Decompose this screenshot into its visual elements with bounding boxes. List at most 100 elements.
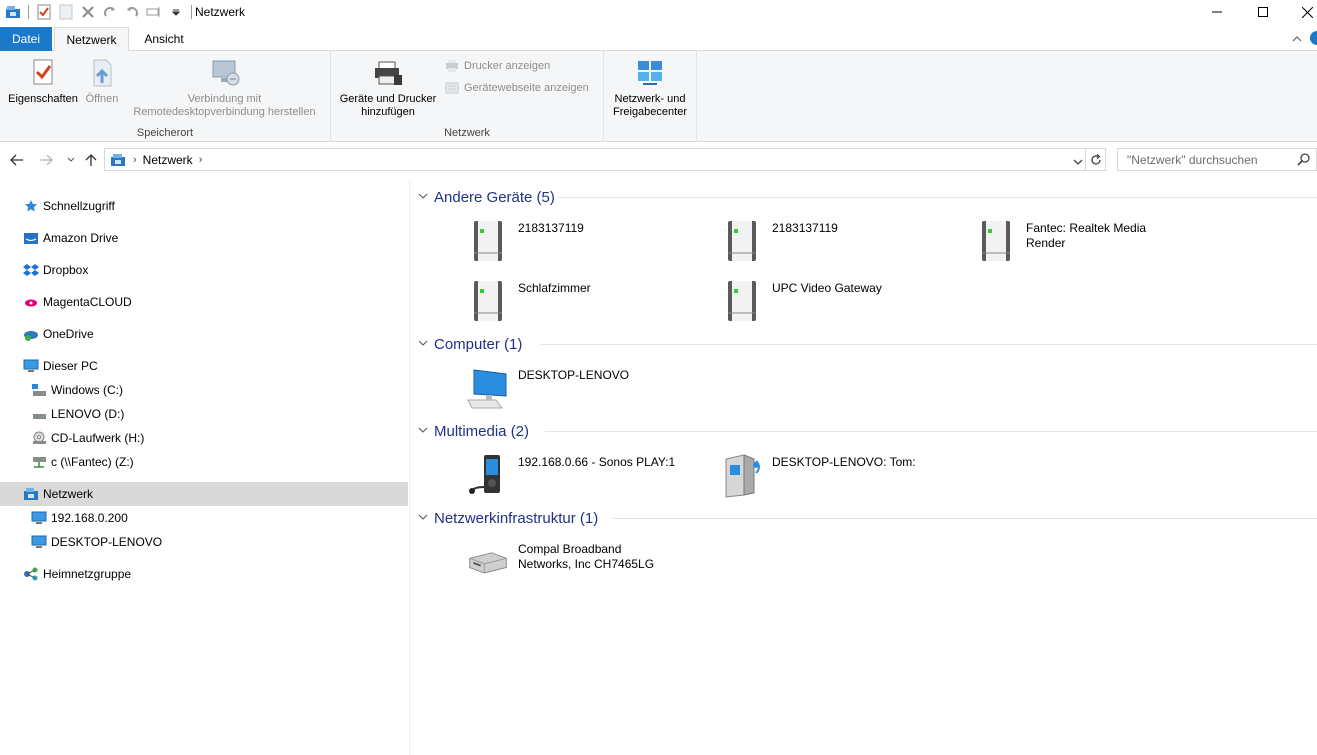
tab-netzwerk[interactable]: Netzwerk — [54, 27, 129, 52]
group-header-netzwerkinfrastruktur[interactable]: Netzwerkinfrastruktur (1) — [418, 508, 1317, 528]
forward-button[interactable] — [37, 150, 55, 170]
minimize-button[interactable] — [1194, 0, 1240, 24]
sidebar-item-dieser-pc[interactable]: Dieser PC — [0, 354, 408, 378]
tab-datei[interactable]: Datei — [0, 27, 52, 51]
network-folder-icon[interactable] — [4, 3, 22, 21]
sidebar-item-label: 192.168.0.200 — [51, 511, 128, 525]
chevron-down-icon[interactable] — [418, 191, 428, 203]
sidebar-item-fantec-z[interactable]: c (\\Fantec) (Z:) — [0, 450, 408, 474]
sidebar-item-lenovo-d[interactable]: LENOVO (D:) — [0, 402, 408, 426]
media-device-icon — [720, 217, 764, 265]
group-header-andere-geraete[interactable]: Andere Geräte (5) — [418, 187, 1317, 207]
device-2183137119-a[interactable]: 2183137119 — [466, 217, 584, 265]
oeffnen-button[interactable]: Öffnen — [82, 57, 122, 106]
ribbon: Eigenschaften Öffnen Verbindung mit Remo… — [0, 51, 1317, 142]
chevron-down-icon[interactable] — [418, 338, 428, 350]
sidebar-item-onedrive[interactable]: OneDrive — [0, 322, 408, 346]
group-freigabecenter: Netzwerk- und Freigabecenter — [604, 51, 697, 142]
remotedesktop-button[interactable]: Verbindung mit Remotedesktopverbindung h… — [122, 57, 327, 119]
device-upc-video-gateway[interactable]: UPC Video Gateway — [720, 277, 882, 325]
group-title: Computer (1) — [434, 335, 523, 353]
geraetewebseite-button[interactable]: Gerätewebseite anzeigen — [444, 81, 589, 95]
sidebar-item-heimnetzgruppe[interactable]: Heimnetzgruppe — [0, 562, 408, 586]
group-header-multimedia[interactable]: Multimedia (2) — [418, 421, 1317, 441]
search-icon[interactable] — [1297, 153, 1310, 169]
search-placeholder: "Netzwerk" durchsuchen — [1127, 152, 1258, 167]
media-device-icon — [466, 277, 510, 325]
search-input[interactable]: "Netzwerk" durchsuchen — [1117, 148, 1317, 171]
sidebar-item-192-168-0-200[interactable]: 192.168.0.200 — [0, 506, 408, 530]
help-icon[interactable] — [1310, 31, 1317, 45]
group-title: Multimedia (2) — [434, 422, 530, 440]
tab-ansicht[interactable]: Ansicht — [131, 27, 197, 51]
add-devices-label-1: Geräte und Drucker — [339, 93, 437, 105]
toolbar-divider — [28, 5, 29, 19]
address-dropdown-icon[interactable] — [1073, 155, 1083, 169]
delete-icon[interactable] — [79, 3, 97, 21]
drucker-anzeigen-button[interactable]: Drucker anzeigen — [444, 59, 550, 73]
device-compal-broadband[interactable]: Compal Broadband Networks, Inc CH7465LG — [466, 538, 654, 586]
collapse-ribbon-icon[interactable] — [1292, 32, 1302, 46]
sidebar-item-windows-c[interactable]: Windows (C:) — [0, 378, 408, 402]
rename-icon[interactable] — [145, 3, 163, 21]
sidebar-item-magentacloud[interactable]: MagentaCLOUD — [0, 290, 408, 314]
group-divider — [613, 518, 1317, 519]
device-label-line: Render — [1026, 236, 1066, 250]
breadcrumb-separator[interactable]: › — [133, 154, 137, 166]
group-speicherort: Eigenschaften Öffnen Verbindung mit Remo… — [0, 51, 331, 142]
refresh-button[interactable] — [1085, 149, 1105, 170]
properties-icon[interactable] — [35, 3, 53, 21]
group-divider — [558, 197, 1317, 198]
sidebar-item-label: Amazon Drive — [43, 231, 119, 245]
address-bar[interactable]: › Netzwerk › — [104, 148, 1106, 171]
navigation-bar: › Netzwerk › "Netzwerk" durchsuchen — [0, 148, 1317, 172]
breadcrumb[interactable]: Netzwerk — [143, 153, 193, 167]
add-devices-button[interactable]: Geräte und Drucker hinzufügen — [335, 57, 441, 119]
back-button[interactable] — [8, 150, 26, 170]
chevron-down-icon[interactable] — [418, 512, 428, 524]
chevron-down-icon[interactable] — [418, 425, 428, 437]
redo-icon[interactable] — [101, 3, 119, 21]
chevron-down-icon — [67, 157, 75, 162]
breadcrumb-separator[interactable]: › — [199, 154, 203, 166]
group-divider — [540, 344, 1317, 345]
geraetewebseite-label: Gerätewebseite anzeigen — [464, 82, 589, 94]
close-button[interactable] — [1284, 0, 1317, 24]
sidebar-item-netzwerk[interactable]: Netzwerk — [0, 482, 408, 506]
device-desktop-lenovo-tom[interactable]: DESKTOP-LENOVO: Tom: — [720, 451, 916, 499]
remotedesktop-label-1: Verbindung mit — [187, 93, 262, 105]
group-divider — [545, 431, 1317, 432]
sidebar-item-label: Heimnetzgruppe — [43, 567, 132, 581]
sidebar-item-cd-laufwerk[interactable]: CD-Laufwerk (H:) — [0, 426, 408, 450]
sidebar-item-label: Schnellzugriff — [43, 199, 115, 213]
device-2183137119-b[interactable]: 2183137119 — [720, 217, 838, 265]
new-page-icon[interactable] — [57, 3, 75, 21]
sidebar-item-amazon-drive[interactable]: Amazon Drive — [0, 226, 408, 250]
recent-locations-button[interactable] — [62, 150, 80, 170]
onedrive-icon — [23, 326, 39, 342]
freigabecenter-button[interactable]: Netzwerk- und Freigabecenter — [606, 57, 694, 119]
up-button[interactable] — [82, 150, 100, 170]
eigenschaften-button[interactable]: Eigenschaften — [4, 57, 82, 106]
device-sonos-play1[interactable]: 192.168.0.66 - Sonos PLAY:1 — [466, 451, 675, 499]
sidebar-item-label: Windows (C:) — [51, 383, 124, 397]
sidebar-item-dropbox[interactable]: Dropbox — [0, 258, 408, 282]
group-header-computer[interactable]: Computer (1) — [418, 334, 1317, 354]
sidebar-item-label: Dieser PC — [43, 359, 98, 373]
drive-icon — [31, 382, 47, 398]
device-desktop-lenovo[interactable]: DESKTOP-LENOVO — [466, 364, 629, 412]
device-label-line: Fantec: Realtek Media — [1026, 221, 1147, 235]
network-drive-icon — [31, 454, 47, 470]
device-schlafzimmer[interactable]: Schlafzimmer — [466, 277, 591, 325]
undo-icon[interactable] — [123, 3, 141, 21]
maximize-button[interactable] — [1240, 0, 1286, 24]
magentacloud-icon — [23, 294, 39, 310]
sidebar-item-desktop-lenovo[interactable]: DESKTOP-LENOVO — [0, 530, 408, 554]
freigabecenter-label-2: Freigabecenter — [613, 106, 687, 118]
sidebar-item-label: Dropbox — [43, 263, 89, 277]
quick-access-toolbar — [4, 3, 194, 21]
sidebar-item-label: c (\\Fantec) (Z:) — [51, 455, 134, 469]
customize-toolbar-icon[interactable] — [167, 3, 185, 21]
sidebar-item-schnellzugriff[interactable]: Schnellzugriff — [0, 194, 408, 218]
device-fantec-realtek[interactable]: Fantec: Realtek Media Render — [974, 217, 1146, 265]
